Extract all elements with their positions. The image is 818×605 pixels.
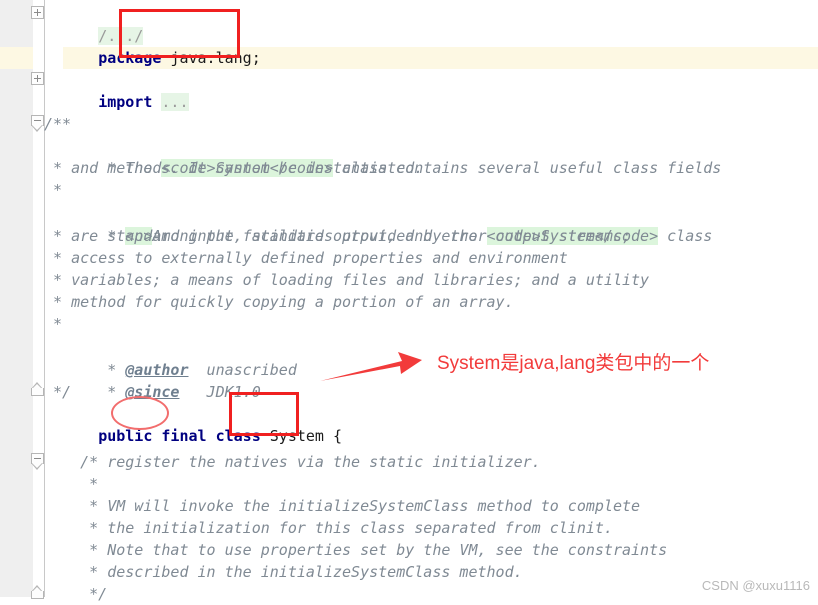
- keyword-final: final: [161, 427, 207, 445]
- code-line-javadoc-6[interactable]: * access to externally defined propertie…: [44, 247, 568, 269]
- javadoc-text-e: class: [658, 227, 713, 245]
- code-line-javadoc-5[interactable]: * are standard input, standard output, a…: [44, 225, 631, 247]
- keyword-import: import: [98, 93, 153, 111]
- watermark-label: CSDN @xuxu1116: [701, 578, 810, 593]
- code-line-javadoc-close[interactable]: */: [44, 381, 71, 403]
- code-line-javadoc-4[interactable]: * <p>Among the facilities provided by th…: [44, 203, 712, 245]
- code-line-block-comment-close[interactable]: */: [44, 583, 107, 605]
- code-line-javadoc-7[interactable]: * variables; a means of loading files an…: [44, 269, 649, 291]
- annotation-ellipse-final-keyword: [111, 396, 169, 430]
- keyword-public: public: [98, 427, 162, 445]
- code-line-block-comment-4[interactable]: * the initialization for this class sepa…: [44, 517, 613, 539]
- code-line-block-comment-2[interactable]: *: [44, 473, 98, 495]
- code-line-import[interactable]: import ...: [44, 69, 189, 111]
- code-editor: /.../ package java.lang; import ... /** …: [0, 0, 818, 603]
- open-brace: {: [323, 427, 343, 445]
- code-line-javadoc-2[interactable]: * and methods. It cannot be instantiated…: [44, 157, 423, 179]
- code-line-author[interactable]: * @author unascribed: [44, 337, 297, 379]
- code-line-javadoc-8[interactable]: * method for quickly copying a portion o…: [44, 291, 514, 313]
- folded-import-placeholder[interactable]: ...: [161, 93, 189, 111]
- code-line-block-comment-1[interactable]: /* register the natives via the static i…: [44, 451, 541, 473]
- code-line-javadoc-open[interactable]: /**: [44, 113, 71, 135]
- code-line-since[interactable]: * @since JDK1.0: [44, 359, 261, 401]
- annotation-note-text: System是java,lang类包中的一个: [437, 353, 710, 374]
- code-line-javadoc-3[interactable]: *: [44, 179, 62, 201]
- code-text-area[interactable]: /.../ package java.lang; import ... /** …: [0, 0, 818, 603]
- annotation-box-class-name: [229, 392, 299, 436]
- code-line-block-comment-6[interactable]: * described in the initializeSystemClass…: [44, 561, 523, 583]
- javadoc-star-since: *: [98, 383, 117, 401]
- code-line-javadoc-1[interactable]: * The <code>System</code> class contains…: [44, 135, 721, 177]
- code-line-block-comment-5[interactable]: * Note that to use properties set by the…: [44, 539, 667, 561]
- code-line-javadoc-9[interactable]: *: [44, 313, 62, 335]
- annotation-box-package-name: [119, 9, 240, 58]
- code-line-block-comment-3[interactable]: * VM will invoke the initializeSystemCla…: [44, 495, 640, 517]
